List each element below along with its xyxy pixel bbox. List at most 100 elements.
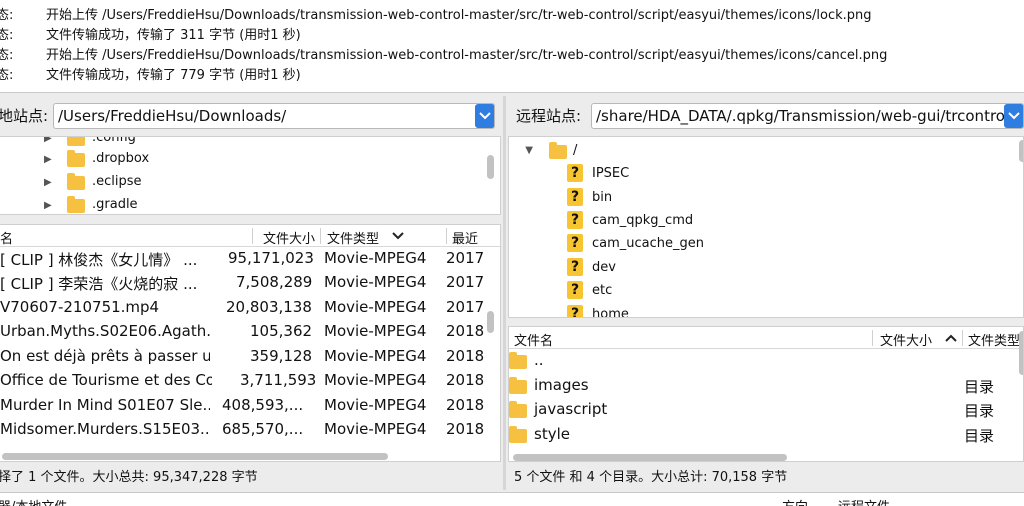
folder-icon (509, 377, 527, 394)
remote-file-vscrollbar[interactable] (1019, 331, 1023, 375)
file-row[interactable]: images 目录 (509, 374, 1009, 399)
tree-item-label: bin (592, 190, 613, 205)
file-size: 95,171,023 (228, 249, 314, 267)
column-header-name[interactable]: 名 (0, 228, 13, 247)
folder-icon (509, 401, 527, 418)
queue-column-remote[interactable]: 远程文件 (838, 496, 890, 506)
log-message: 文件传输成功，传输了 311 字节 (用时1 秒) (46, 28, 301, 43)
expand-triangle-icon[interactable]: ▶ (44, 177, 52, 188)
tree-item[interactable]: ? bin (509, 187, 1009, 209)
local-status: 择了 1 个文件。大小总共: 95,347,228 字节 (0, 470, 258, 485)
file-size: 20,803,138 (226, 298, 312, 316)
collapse-triangle-icon[interactable]: ▶ (523, 147, 534, 155)
tree-item-label: cam_ucache_gen (592, 236, 705, 251)
expand-triangle-icon[interactable]: ▶ (44, 137, 52, 144)
column-header-modified[interactable]: 最近 (452, 228, 478, 247)
log-tag: 态: (0, 8, 14, 23)
file-type: Movie-MPEG4 (324, 396, 427, 414)
tree-item[interactable]: ? dev (509, 257, 1009, 279)
file-modified: 2018 (446, 396, 485, 414)
column-header-size[interactable]: 文件大小 (880, 330, 932, 349)
expand-triangle-icon[interactable]: ▶ (44, 200, 52, 211)
local-file-list-header: 名 文件大小 文件类型 最近 (0, 225, 500, 247)
question-icon: ? (567, 164, 583, 182)
tree-item[interactable]: ? IPSEC (509, 163, 1009, 185)
log-message: 开始上传 /Users/FreddieHsu/Downloads/transmi… (46, 48, 888, 63)
file-row[interactable]: .. (509, 349, 1009, 374)
remote-file-list[interactable]: 文件名 文件大小 文件类型 .. images 目录 javascript 目录 s… (508, 326, 1024, 462)
file-row[interactable]: V70607-210751.mp4 20,803,138 Movie-MPEG4 20… (0, 296, 500, 321)
tree-item-root[interactable]: ▶ / (509, 140, 1009, 162)
column-header-type[interactable]: 文件类型 (968, 330, 1020, 349)
local-site-label: 地站点: (0, 107, 49, 125)
tree-item[interactable]: ? cam_ucache_gen (509, 233, 1009, 255)
file-row[interactable]: [ CLIP ] 林俊杰《女儿情》 ... 95,171,023 Movie-MPE… (0, 247, 500, 272)
remote-tree-scrollbar[interactable] (1019, 140, 1023, 162)
remote-path-combo[interactable]: /share/HDA_DATA/.qpkg/Transmission/web-g… (591, 103, 1024, 129)
local-file-list[interactable]: 名 文件大小 文件类型 最近 [ CLIP ] 林俊杰《女儿情》 ... 95,1… (0, 224, 501, 462)
file-name: style (534, 425, 570, 443)
file-row[interactable]: Office de Tourisme et des Co 3,711,593 Mov… (0, 369, 500, 394)
file-row[interactable]: [ CLIP ] 李荣浩《火烧的寂 ... 7,508,289 Movie-MPEG… (0, 271, 500, 296)
queue-column-direction[interactable]: 方向 (782, 496, 808, 506)
local-tree-scrollbar[interactable] (487, 155, 494, 179)
remote-file-hscrollbar[interactable] (513, 454, 787, 461)
file-modified: 2018 (446, 347, 485, 365)
file-row[interactable]: Urban.Myths.S02E06.Agath. 105,362 Movie-MP… (0, 320, 500, 345)
tree-item[interactable]: ? etc (509, 280, 1009, 302)
column-header-size[interactable]: 文件大小 (263, 228, 315, 247)
file-modified: 2017 (446, 273, 485, 291)
local-file-hscrollbar[interactable] (2, 453, 388, 460)
column-divider[interactable] (872, 330, 873, 346)
tree-item-label: .dropbox (92, 151, 150, 166)
file-name: javascript (534, 400, 608, 418)
tree-item[interactable]: ? cam_qpkg_cmd (509, 210, 1009, 232)
tree-item[interactable]: ▶ .gradle (0, 194, 480, 214)
expand-triangle-icon[interactable]: ▶ (44, 154, 52, 165)
local-path-combo[interactable]: /Users/FreddieHsu/Downloads/ (53, 103, 495, 129)
column-header-name[interactable]: 文件名 (514, 330, 553, 349)
local-file-vscrollbar[interactable] (487, 311, 494, 333)
file-size: 408,593,... (222, 396, 304, 414)
pane-splitter[interactable] (503, 96, 506, 490)
tree-item-label: .eclipse (92, 174, 142, 189)
column-divider[interactable] (962, 330, 963, 346)
file-name: images (534, 376, 589, 394)
file-row[interactable]: style 目录 (509, 423, 1009, 448)
file-row[interactable]: Murder In Mind S01E07 Sle... 408,593,... M… (0, 394, 500, 419)
tree-item-label: cam_qpkg_cmd (592, 213, 694, 228)
sort-asc-icon (945, 334, 957, 342)
column-header-type[interactable]: 文件类型 (327, 228, 379, 247)
column-divider[interactable] (252, 228, 253, 244)
column-divider[interactable] (446, 228, 447, 244)
divider (0, 92, 1024, 93)
queue-column-local[interactable]: 器/本地文件 (0, 496, 67, 506)
tree-item[interactable]: ▶ .dropbox (0, 148, 480, 170)
folder-icon (509, 426, 527, 443)
local-path-dropdown-button[interactable] (475, 104, 494, 128)
message-log: 态: 开始上传 /Users/FreddieHsu/Downloads/trans… (0, 0, 1024, 92)
tree-item-label: dev (592, 260, 616, 275)
tree-item[interactable]: ▶ .eclipse (0, 171, 480, 193)
tree-item[interactable]: ? home (509, 304, 1009, 318)
file-row[interactable]: javascript 目录 (509, 398, 1009, 423)
file-modified: 2017 (446, 298, 485, 316)
file-row[interactable]: On est déjà prêts à passer u. 359,128 Movi… (0, 345, 500, 370)
file-size: 359,128 (250, 347, 313, 365)
file-row[interactable]: Midsomer.Murders.S15E03... 685,570,... Mov… (0, 418, 500, 443)
remote-tree[interactable]: ▶ / ? IPSEC ? bin ? cam_qpkg_cmd ? cam_u… (508, 136, 1024, 318)
local-tree[interactable]: ▶ .config ▶ .dropbox ▶ .eclipse ▶ .gradl… (0, 136, 501, 215)
remote-path-dropdown-button[interactable] (1004, 104, 1023, 128)
tree-item-label: .gradle (92, 197, 138, 212)
question-icon: ? (567, 234, 583, 252)
tree-item-label: home (592, 307, 629, 318)
file-size: 685,570,... (222, 420, 304, 438)
question-icon: ? (567, 281, 583, 299)
file-size: 7,508,289 (236, 273, 313, 291)
folder-icon (67, 137, 85, 146)
file-size: 3,711,593 (240, 371, 317, 389)
file-name: Midsomer.Murders.S15E03... (0, 420, 210, 438)
column-divider[interactable] (320, 228, 321, 244)
tree-item-label: .config (92, 136, 136, 145)
file-name: [ CLIP ] 林俊杰《女儿情》 ... (0, 251, 198, 269)
